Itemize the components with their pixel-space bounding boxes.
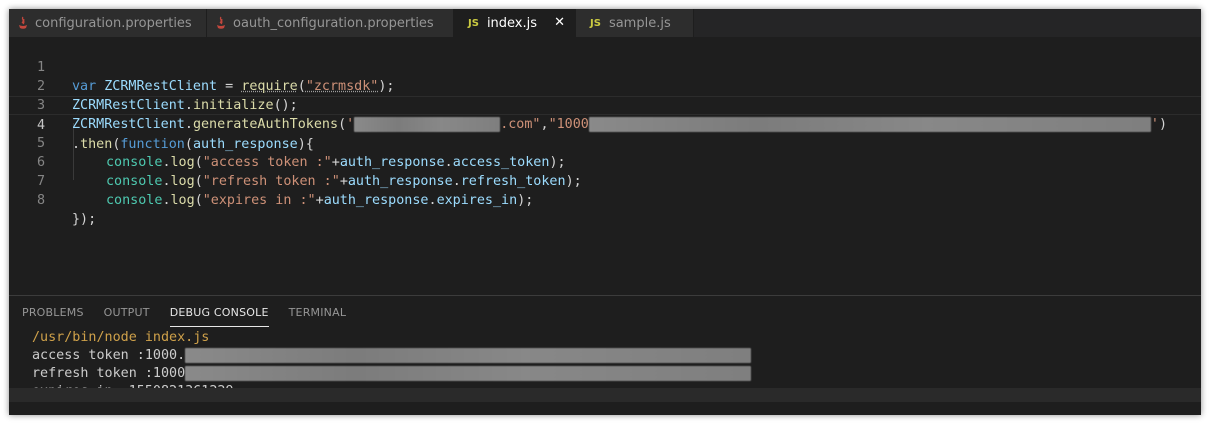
java-icon: [215, 16, 227, 30]
code-line-current: 4 .then(function(auth_response){: [9, 96, 1201, 152]
js-icon: JS: [468, 17, 479, 29]
tab-output[interactable]: OUTPUT: [104, 306, 150, 327]
tab-debug-console[interactable]: DEBUG CONSOLE: [169, 306, 269, 327]
tab-label: index.js: [486, 15, 538, 31]
redacted-region: [185, 347, 752, 363]
tab-problems[interactable]: PROBLEMS: [22, 306, 84, 327]
console-line: access token :1000.: [32, 347, 752, 365]
tab-configuration-properties[interactable]: configuration.properties: [9, 9, 207, 37]
code-line: 5 console.log("access token :"+auth_resp…: [9, 115, 1201, 170]
redacted-region: [185, 365, 752, 381]
line-number: 8: [36, 193, 45, 208]
tab-index-js[interactable]: JS index.js ✕: [454, 9, 576, 37]
close-icon[interactable]: ✕: [554, 15, 565, 30]
code-line: 7 console.log("expires in :"+auth_respon…: [9, 153, 1201, 208]
status-bar: [9, 388, 1201, 402]
editor-tab-bar: configuration.properties oauth_configura…: [9, 9, 1201, 37]
code-line: 1 var ZCRMRestClient = require("zcrmsdk"…: [9, 39, 1201, 94]
code-line: 6 console.log("refresh token :"+auth_res…: [9, 134, 1201, 189]
panel-tabs: PROBLEMS OUTPUT DEBUG CONSOLE TERMINAL: [22, 306, 346, 327]
tab-label: configuration.properties: [35, 15, 192, 31]
code-line: 3 ZCRMRestClient.generateAuthTokens(' .co…: [9, 77, 1201, 132]
code-editor[interactable]: 1 var ZCRMRestClient = require("zcrmsdk"…: [9, 37, 1201, 295]
tab-label: oauth_configuration.properties: [233, 15, 434, 31]
console-line: /usr/bin/node index.js: [32, 330, 210, 345]
code-line: 8 });: [9, 172, 1201, 227]
bottom-panel: PROBLEMS OUTPUT DEBUG CONSOLE TERMINAL /…: [9, 295, 1201, 402]
code-line: 2 ZCRMRestClient.initialize();: [9, 58, 1201, 113]
tab-oauth-configuration-properties[interactable]: oauth_configuration.properties: [207, 9, 454, 37]
tab-sample-js[interactable]: JS sample.js: [576, 9, 694, 37]
tab-label: sample.js: [608, 15, 671, 31]
java-icon: [17, 16, 29, 30]
console-line: refresh token :1000: [32, 365, 752, 383]
vscode-window: configuration.properties oauth_configura…: [9, 9, 1201, 415]
js-icon: JS: [590, 17, 601, 29]
tab-terminal[interactable]: TERMINAL: [289, 306, 347, 327]
